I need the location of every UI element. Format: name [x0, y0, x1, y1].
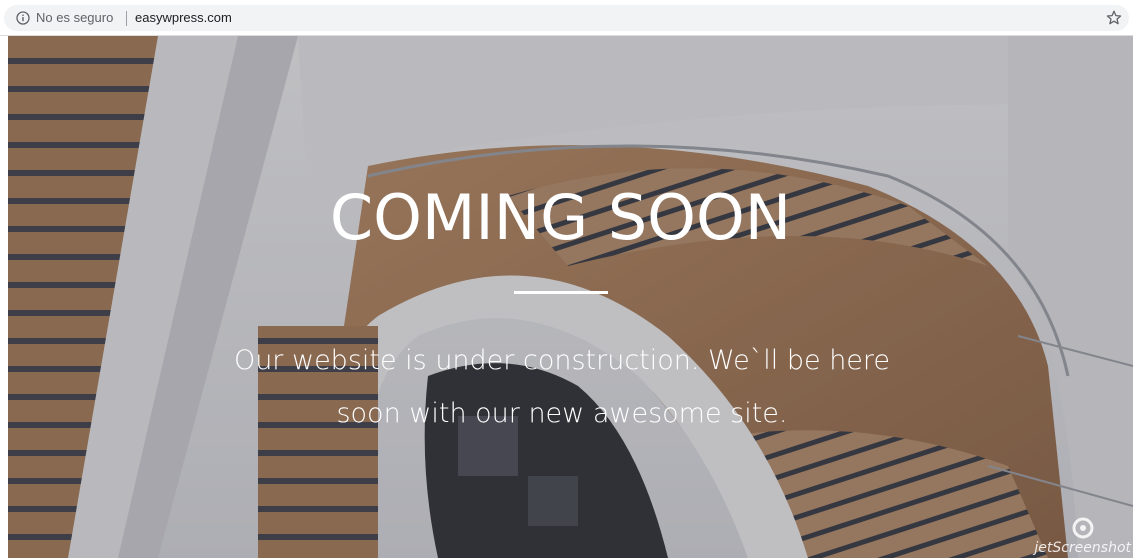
url-text[interactable]: easywpress.com: [135, 10, 232, 26]
star-icon[interactable]: [1105, 9, 1123, 27]
camera-lens-icon: [1072, 517, 1094, 539]
browser-toolbar: No es seguro easywpress.com: [0, 0, 1133, 36]
watermark-text: jetScreenshot: [1034, 540, 1131, 556]
security-status-label[interactable]: No es seguro: [36, 10, 113, 26]
watermark: jetScreenshot: [1033, 510, 1133, 558]
info-icon[interactable]: [16, 11, 30, 25]
dark-overlay: [8, 36, 1133, 558]
title-divider: [514, 291, 608, 294]
address-bar[interactable]: No es seguro easywpress.com: [4, 5, 1129, 31]
page-viewport: COMING SOON Our website is under constru…: [8, 36, 1133, 558]
omnibox-divider: [126, 11, 127, 26]
page-title: COMING SOON: [329, 181, 792, 254]
construction-message: Our website is under construction. We`ll…: [233, 345, 891, 429]
